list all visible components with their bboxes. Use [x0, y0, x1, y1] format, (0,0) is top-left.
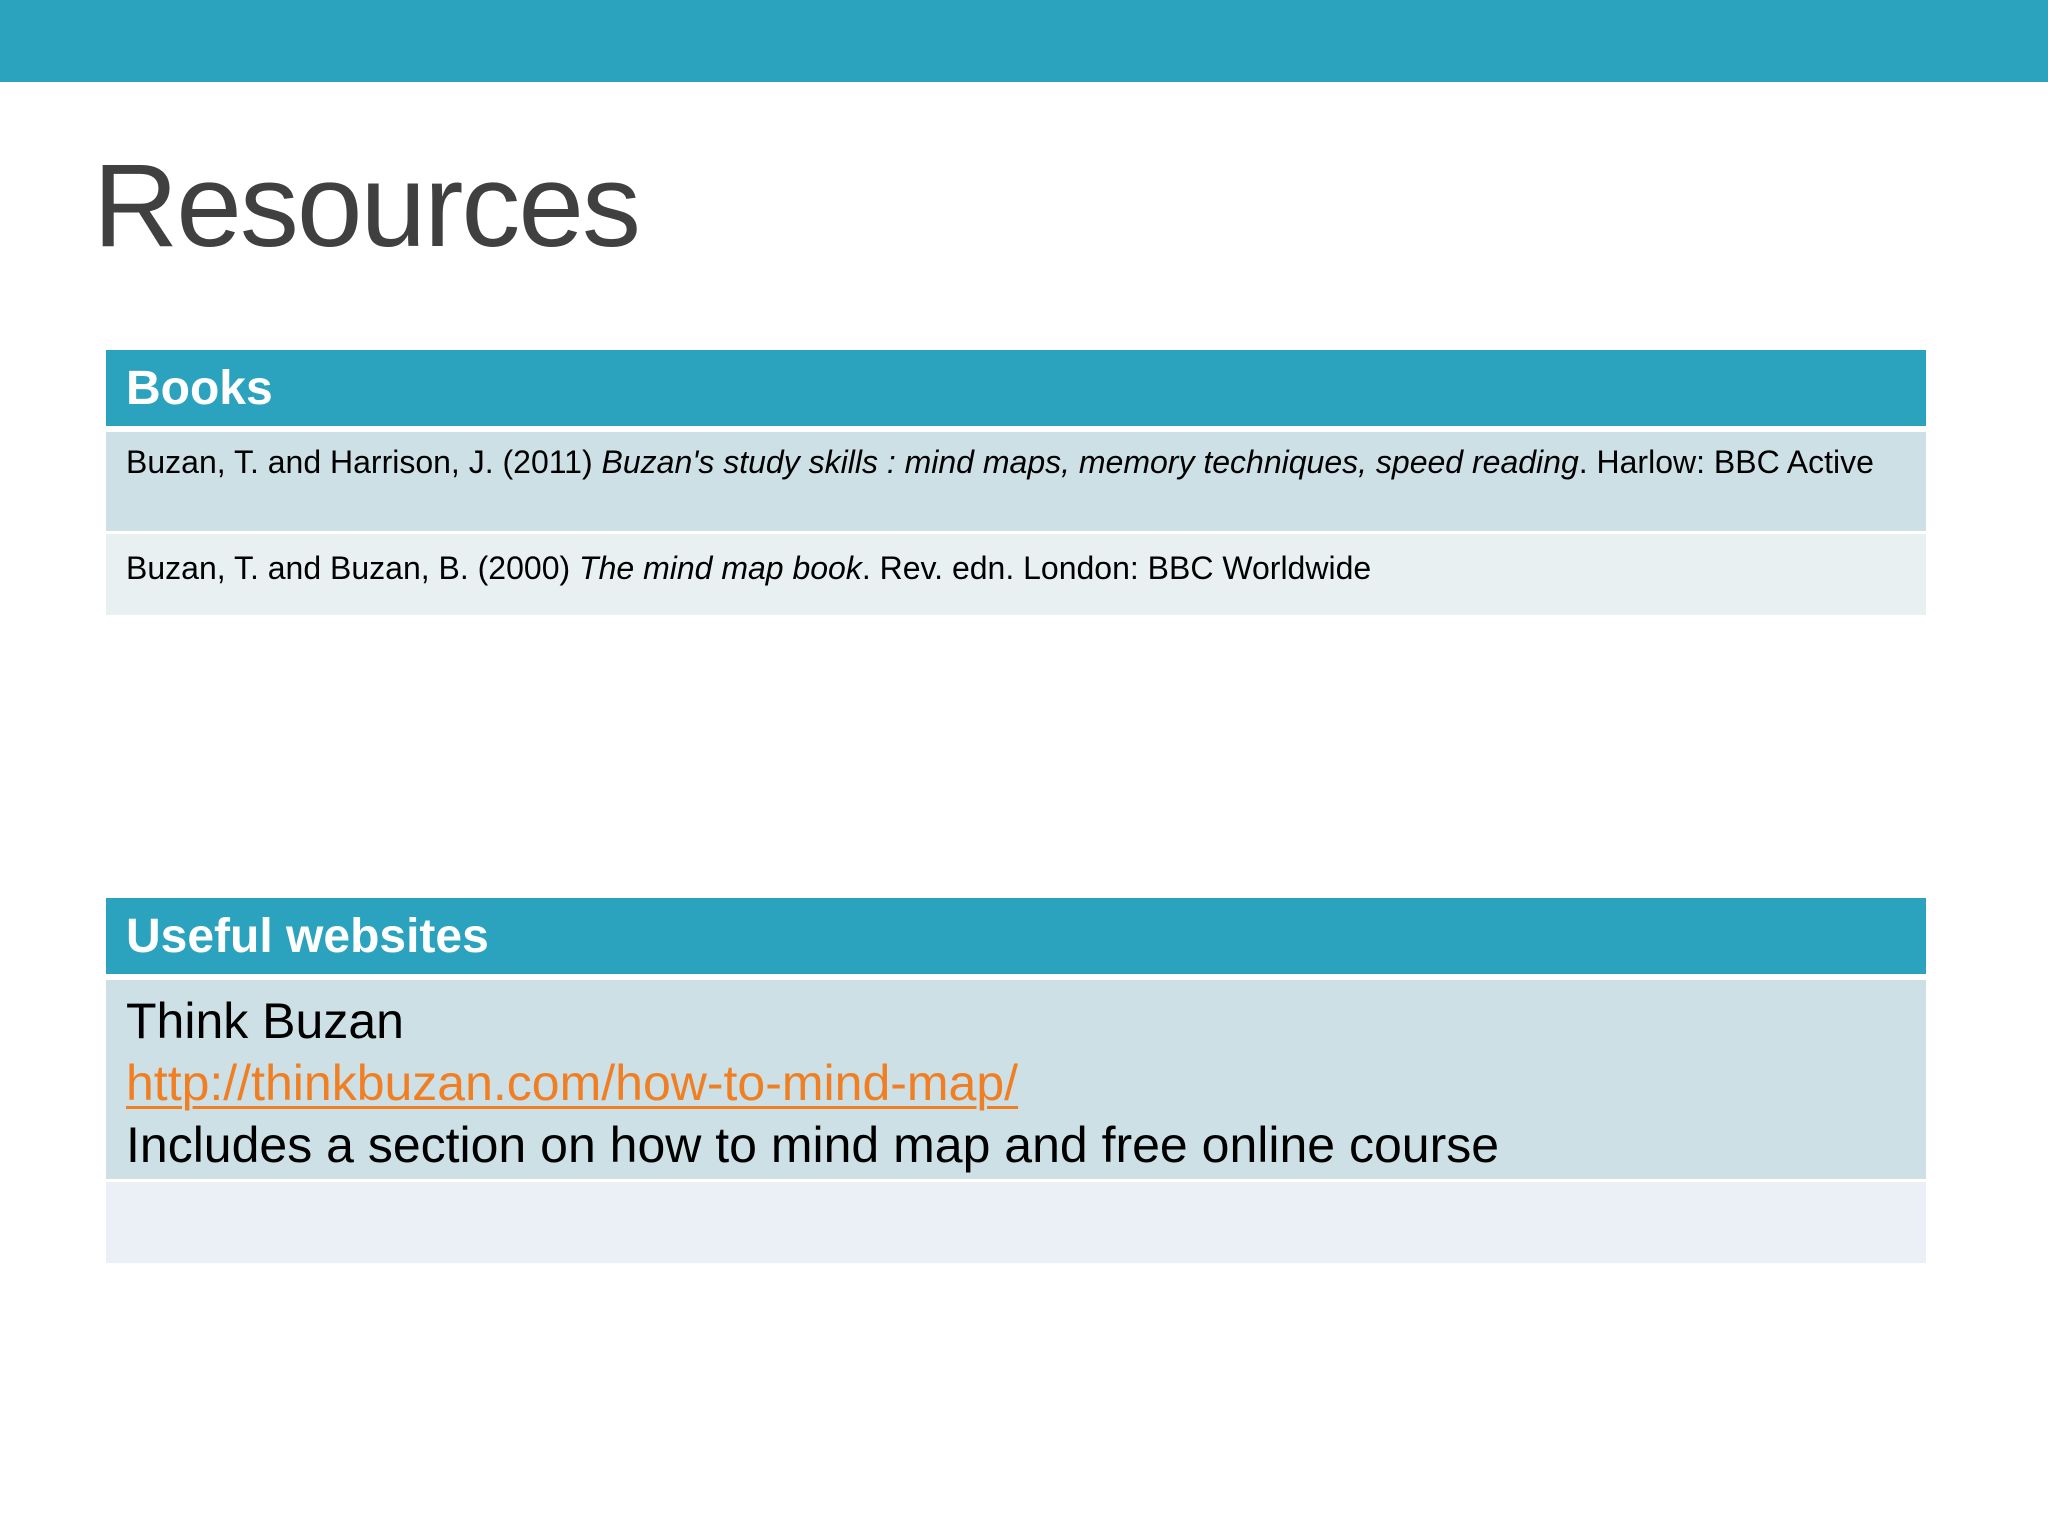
empty-cell — [106, 1182, 1926, 1263]
slide-title: Resources — [93, 140, 641, 272]
table-row: Think Buzan http://thinkbuzan.com/how-to… — [106, 980, 1926, 1182]
citation-publisher: . Harlow: BBC Active — [1578, 444, 1874, 480]
websites-table: Useful websites Think Buzan http://think… — [106, 898, 1926, 1263]
websites-header: Useful websites — [106, 898, 1926, 980]
book-citation: Buzan, T. and Harrison, J. (2011) Buzan'… — [106, 432, 1926, 534]
citation-title: Buzan's study skills : mind maps, memory… — [601, 444, 1579, 480]
citation-title: The mind map book — [579, 550, 862, 586]
books-header: Books — [106, 350, 1926, 432]
website-link[interactable]: http://thinkbuzan.com/how-to-mind-map/ — [126, 1052, 1906, 1114]
citation-publisher: . Rev. edn. London: BBC Worldwide — [861, 550, 1372, 586]
book-citation: Buzan, T. and Buzan, B. (2000) The mind … — [106, 534, 1926, 615]
table-row: Buzan, T. and Buzan, B. (2000) The mind … — [106, 534, 1926, 615]
website-name: Think Buzan — [126, 993, 404, 1049]
books-header-row: Books — [106, 350, 1926, 432]
top-accent-bar — [0, 0, 2048, 82]
table-row — [106, 1182, 1926, 1263]
websites-header-row: Useful websites — [106, 898, 1926, 980]
slide: Resources Books Buzan, T. and Harrison, … — [0, 0, 2048, 1536]
website-description: Includes a section on how to mind map an… — [126, 1117, 1500, 1173]
table-row: Buzan, T. and Harrison, J. (2011) Buzan'… — [106, 432, 1926, 534]
books-table: Books Buzan, T. and Harrison, J. (2011) … — [106, 350, 1926, 615]
citation-authors: Buzan, T. and Buzan, B. (2000) — [126, 550, 580, 586]
website-entry: Think Buzan http://thinkbuzan.com/how-to… — [106, 980, 1926, 1182]
citation-authors: Buzan, T. and Harrison, J. (2011) — [126, 444, 602, 480]
